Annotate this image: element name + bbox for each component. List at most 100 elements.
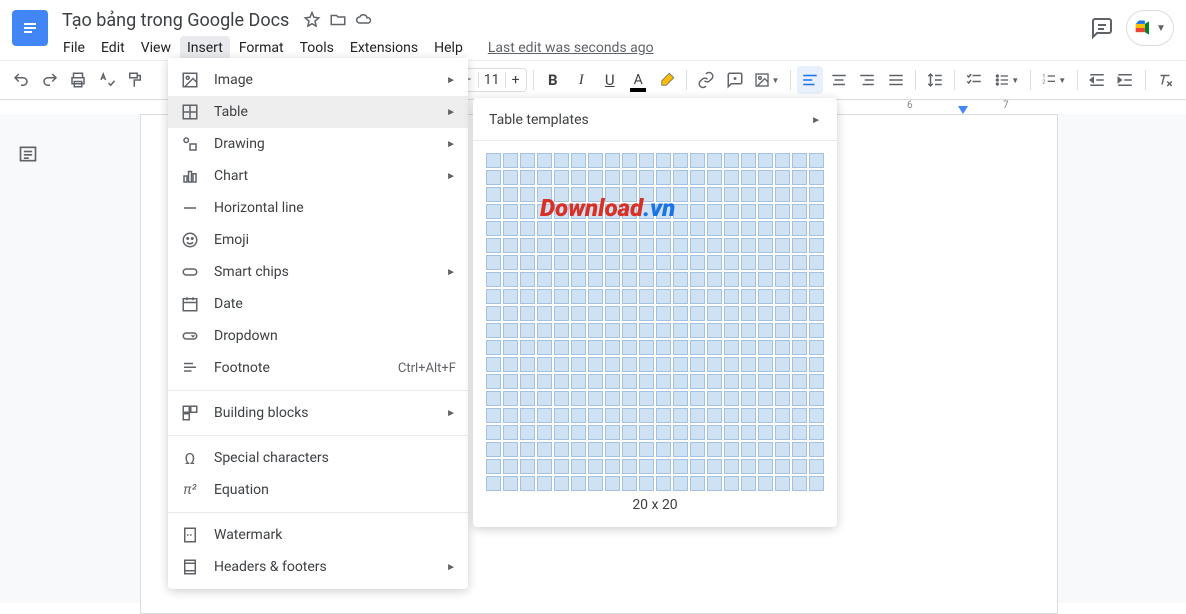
menuitem-special-chars[interactable]: ΩSpecial characters xyxy=(168,442,468,474)
table-grid-cell[interactable] xyxy=(571,374,586,389)
table-grid-cell[interactable] xyxy=(656,204,671,219)
table-grid-cell[interactable] xyxy=(656,425,671,440)
table-grid-cell[interactable] xyxy=(503,323,518,338)
bold-icon[interactable]: B xyxy=(540,66,566,94)
menuitem-building-blocks[interactable]: Building blocks► xyxy=(168,397,468,429)
menuitem-image[interactable]: Image► xyxy=(168,64,468,96)
table-grid-cell[interactable] xyxy=(537,187,552,202)
table-grid-cell[interactable] xyxy=(571,408,586,423)
table-grid-cell[interactable] xyxy=(673,374,688,389)
table-grid-cell[interactable] xyxy=(486,374,501,389)
table-grid-cell[interactable] xyxy=(520,238,535,253)
table-grid-cell[interactable] xyxy=(486,153,501,168)
table-grid-cell[interactable] xyxy=(622,204,637,219)
menuitem-equation[interactable]: π²Equation xyxy=(168,474,468,506)
table-grid-cell[interactable] xyxy=(724,306,739,321)
table-grid-cell[interactable] xyxy=(639,272,654,287)
table-grid-cell[interactable] xyxy=(622,340,637,355)
table-grid-cell[interactable] xyxy=(520,476,535,491)
table-grid-cell[interactable] xyxy=(656,306,671,321)
table-grid-cell[interactable] xyxy=(707,153,722,168)
table-grid-cell[interactable] xyxy=(537,357,552,372)
table-grid-cell[interactable] xyxy=(690,442,705,457)
table-grid-cell[interactable] xyxy=(503,204,518,219)
table-grid-cell[interactable] xyxy=(554,340,569,355)
table-grid-cell[interactable] xyxy=(486,272,501,287)
table-grid-cell[interactable] xyxy=(622,170,637,185)
menuitem-table-templates[interactable]: Table templates ► xyxy=(473,104,837,136)
table-grid-cell[interactable] xyxy=(741,425,756,440)
table-grid-cell[interactable] xyxy=(775,425,790,440)
menuitem-smart-chips[interactable]: Smart chips► xyxy=(168,256,468,288)
table-grid-cell[interactable] xyxy=(520,153,535,168)
table-grid-cell[interactable] xyxy=(554,221,569,236)
table-grid-cell[interactable] xyxy=(622,289,637,304)
table-grid-cell[interactable] xyxy=(741,221,756,236)
table-grid-cell[interactable] xyxy=(554,442,569,457)
table-grid-cell[interactable] xyxy=(690,476,705,491)
table-grid-cell[interactable] xyxy=(673,425,688,440)
table-grid-cell[interactable] xyxy=(792,425,807,440)
table-grid-cell[interactable] xyxy=(605,323,620,338)
table-grid-cell[interactable] xyxy=(724,408,739,423)
align-justify-icon[interactable] xyxy=(882,66,908,94)
table-grid-cell[interactable] xyxy=(724,170,739,185)
table-grid-cell[interactable] xyxy=(724,425,739,440)
table-grid-cell[interactable] xyxy=(656,459,671,474)
table-grid-cell[interactable] xyxy=(537,425,552,440)
table-grid-cell[interactable] xyxy=(588,408,603,423)
font-size-increase[interactable]: + xyxy=(506,72,526,88)
table-grid-cell[interactable] xyxy=(537,374,552,389)
table-grid-cell[interactable] xyxy=(503,476,518,491)
table-grid-cell[interactable] xyxy=(520,391,535,406)
table-grid-cell[interactable] xyxy=(554,289,569,304)
table-grid-cell[interactable] xyxy=(758,459,773,474)
table-grid-cell[interactable] xyxy=(775,442,790,457)
table-grid-cell[interactable] xyxy=(520,204,535,219)
table-grid-cell[interactable] xyxy=(588,238,603,253)
table-grid-cell[interactable] xyxy=(520,323,535,338)
table-grid-cell[interactable] xyxy=(605,187,620,202)
table-grid-cell[interactable] xyxy=(554,391,569,406)
table-grid-cell[interactable] xyxy=(588,425,603,440)
table-grid-cell[interactable] xyxy=(537,255,552,270)
table-grid-cell[interactable] xyxy=(707,459,722,474)
table-grid-cell[interactable] xyxy=(554,272,569,287)
table-grid-cell[interactable] xyxy=(673,323,688,338)
table-grid-cell[interactable] xyxy=(775,340,790,355)
table-grid-cell[interactable] xyxy=(758,170,773,185)
outline-icon[interactable] xyxy=(18,144,38,164)
table-grid-cell[interactable] xyxy=(571,221,586,236)
table-grid-cell[interactable] xyxy=(792,357,807,372)
table-grid-cell[interactable] xyxy=(809,204,824,219)
table-grid-cell[interactable] xyxy=(690,187,705,202)
image-insert-icon[interactable]: ▼ xyxy=(750,66,784,94)
table-grid-cell[interactable] xyxy=(503,306,518,321)
table-grid-cell[interactable] xyxy=(588,442,603,457)
table-grid-cell[interactable] xyxy=(724,272,739,287)
table-grid-cell[interactable] xyxy=(758,374,773,389)
docs-logo[interactable] xyxy=(12,10,48,46)
table-grid-cell[interactable] xyxy=(537,289,552,304)
table-grid-cell[interactable] xyxy=(724,391,739,406)
paint-format-icon[interactable] xyxy=(122,66,148,94)
table-grid-cell[interactable] xyxy=(537,476,552,491)
table-grid-cell[interactable] xyxy=(690,204,705,219)
table-grid-cell[interactable] xyxy=(809,289,824,304)
table-grid-cell[interactable] xyxy=(656,442,671,457)
table-grid-cell[interactable] xyxy=(656,221,671,236)
table-grid-cell[interactable] xyxy=(741,391,756,406)
table-grid-cell[interactable] xyxy=(503,272,518,287)
table-grid-cell[interactable] xyxy=(724,204,739,219)
table-grid-cell[interactable] xyxy=(656,391,671,406)
table-grid-cell[interactable] xyxy=(639,408,654,423)
table-grid-cell[interactable] xyxy=(724,323,739,338)
table-grid-cell[interactable] xyxy=(656,289,671,304)
table-grid-cell[interactable] xyxy=(486,204,501,219)
table-grid-cell[interactable] xyxy=(809,374,824,389)
table-grid-cell[interactable] xyxy=(571,391,586,406)
table-grid-cell[interactable] xyxy=(520,408,535,423)
table-grid-cell[interactable] xyxy=(622,408,637,423)
table-grid-cell[interactable] xyxy=(520,442,535,457)
table-grid-cell[interactable] xyxy=(639,374,654,389)
